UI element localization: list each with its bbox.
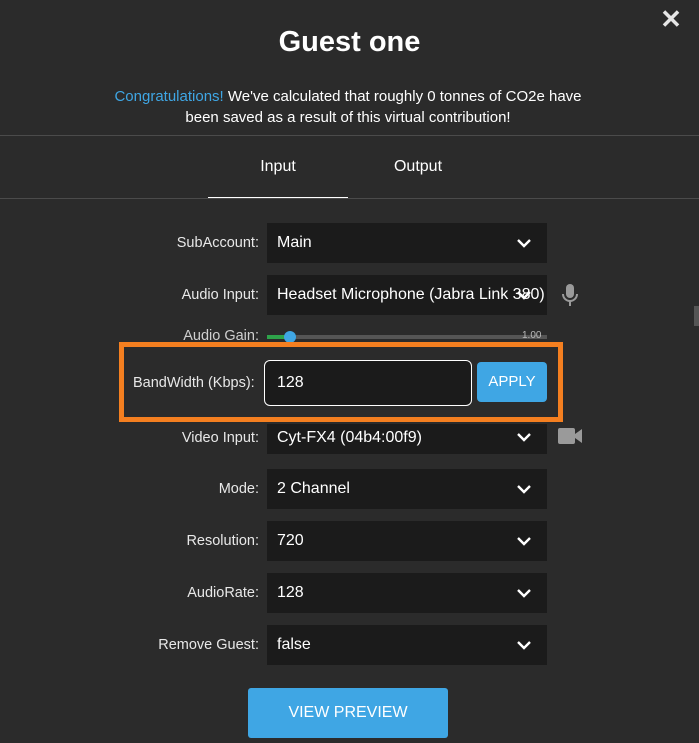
audiorate-row: AudioRate: 128	[0, 573, 699, 613]
tab-bar: Input Output	[0, 136, 699, 199]
bandwidth-label: BandWidth (Kbps):	[133, 375, 255, 391]
subaccount-row: SubAccount: Main	[0, 223, 699, 263]
tab-input[interactable]: Input	[208, 136, 348, 199]
audio-input-row: Audio Input: Headset Microphone (Jabra L…	[0, 275, 699, 315]
video-input-select[interactable]: Cyt-FX4 (04b4:00f9)	[267, 424, 547, 454]
guest-settings-modal: ✕ Guest one Congratulations! We've calcu…	[0, 0, 699, 743]
resolution-label: Resolution:	[186, 533, 259, 549]
congrats-line2: been saved as a result of this virtual c…	[185, 109, 511, 126]
subaccount-label: SubAccount:	[176, 235, 259, 251]
resolution-select[interactable]: 720	[267, 521, 547, 561]
audiorate-select[interactable]: 128	[267, 573, 547, 613]
tab-output[interactable]: Output	[348, 136, 488, 198]
chevron-down-icon	[517, 239, 531, 248]
chevron-down-icon	[517, 641, 531, 650]
audio-input-select[interactable]: Headset Microphone (Jabra Link 380)	[267, 275, 547, 315]
audio-input-value: Headset Microphone (Jabra Link 380)	[277, 286, 545, 303]
remove-guest-row: Remove Guest: false	[0, 625, 699, 665]
audiorate-value: 128	[277, 584, 304, 601]
chevron-down-icon	[517, 291, 531, 300]
video-input-row: Video Input: Cyt-FX4 (04b4:00f9)	[0, 424, 699, 454]
audiorate-label: AudioRate:	[187, 585, 259, 601]
audio-input-label: Audio Input:	[181, 287, 259, 303]
microphone-icon[interactable]	[556, 281, 584, 309]
chevron-down-icon	[517, 589, 531, 598]
remove-guest-value: false	[277, 636, 311, 653]
remove-guest-label: Remove Guest:	[158, 637, 259, 653]
subaccount-value: Main	[277, 234, 312, 251]
scrollbar-edge	[694, 306, 699, 326]
audio-gain-value: 1.00	[522, 330, 542, 341]
mode-label: Mode:	[218, 481, 259, 497]
chevron-down-icon	[517, 485, 531, 494]
apply-button[interactable]: APPLY	[477, 362, 547, 402]
mode-value: 2 Channel	[277, 480, 350, 497]
audio-gain-slider[interactable]	[267, 335, 547, 339]
video-input-value: Cyt-FX4 (04b4:00f9)	[277, 429, 422, 446]
modal-title: Guest one	[278, 26, 421, 58]
mode-select[interactable]: 2 Channel	[267, 469, 547, 509]
chevron-down-icon	[517, 537, 531, 546]
mode-row: Mode: 2 Channel	[0, 469, 699, 509]
congrats-accent: Congratulations!	[114, 88, 224, 105]
view-preview-button[interactable]: VIEW PREVIEW	[248, 688, 448, 738]
bandwidth-input[interactable]: 128	[264, 360, 472, 406]
subaccount-select[interactable]: Main	[267, 223, 547, 263]
resolution-row: Resolution: 720	[0, 521, 699, 561]
video-input-label: Video Input:	[181, 430, 259, 446]
video-camera-icon[interactable]	[556, 424, 584, 452]
congrats-message: Congratulations! We've calculated that r…	[80, 86, 616, 128]
congrats-line1: We've calculated that roughly 0 tonnes o…	[223, 88, 582, 105]
remove-guest-select[interactable]: false	[267, 625, 547, 665]
tab-divider	[0, 198, 699, 199]
chevron-down-icon	[517, 433, 531, 442]
resolution-value: 720	[277, 532, 304, 549]
